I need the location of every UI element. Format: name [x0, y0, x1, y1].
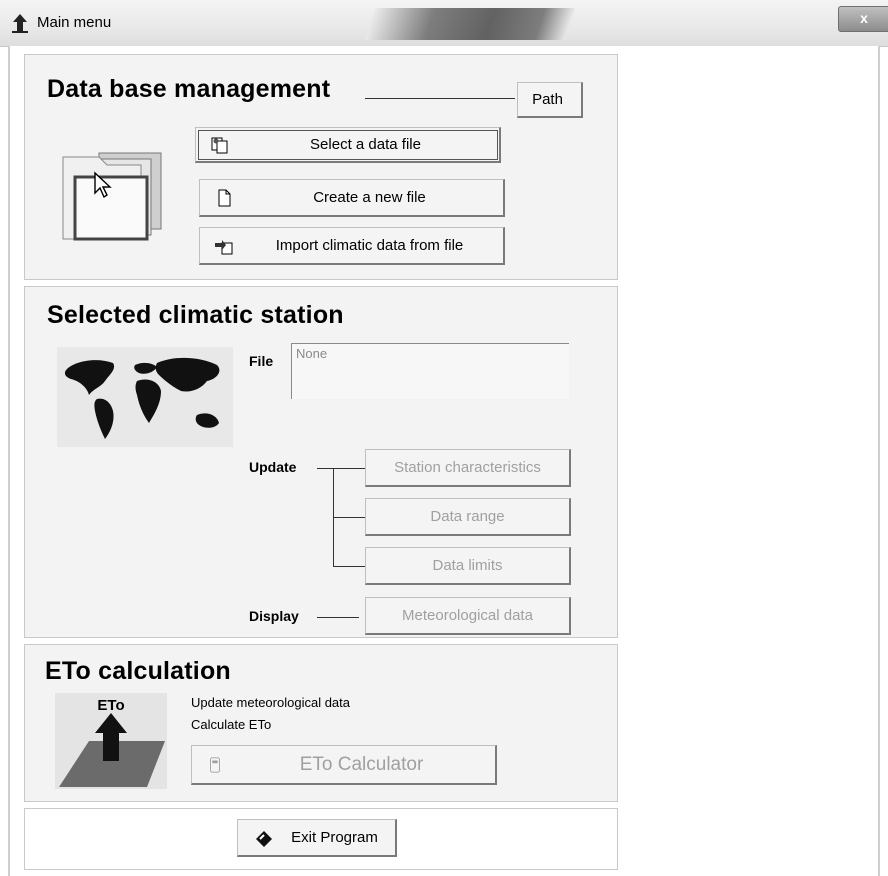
exit-icon: [256, 830, 272, 847]
path-button[interactable]: Path: [517, 82, 583, 118]
update-branch-limits: [333, 566, 365, 567]
file-field[interactable]: None: [291, 343, 569, 399]
data-limits-button[interactable]: Data limits: [365, 547, 571, 585]
close-icon: x: [860, 10, 868, 26]
create-new-file-label: Create a new file: [313, 189, 426, 206]
import-icon: [215, 239, 233, 254]
data-range-label: Data range: [430, 508, 505, 525]
window-frame: Data base management Path Select a data …: [8, 46, 880, 876]
app-icon: [12, 14, 28, 33]
file-label: File: [249, 353, 274, 369]
import-climatic-data-label: Import climatic data from file: [275, 237, 464, 254]
create-new-file-button[interactable]: Create a new file: [199, 179, 505, 217]
meteorological-data-button[interactable]: Meteorological data: [365, 597, 571, 635]
station-characteristics-button[interactable]: Station characteristics: [365, 449, 571, 487]
eto-image-label: ETo: [97, 697, 125, 714]
title-bar-glare: [364, 8, 576, 40]
select-file-icon: [211, 137, 228, 153]
data-range-button[interactable]: Data range: [365, 498, 571, 536]
database-heading: Data base management: [47, 75, 331, 103]
exit-panel: Exit Program: [24, 808, 618, 870]
update-branch-range: [333, 517, 365, 518]
station-characteristics-label: Station characteristics: [394, 459, 541, 476]
display-label: Display: [249, 608, 299, 624]
folder-icon: [62, 152, 162, 241]
close-button[interactable]: x: [838, 6, 888, 32]
meteorological-data-label: Meteorological data: [402, 607, 533, 624]
eto-note-calculate: Calculate ETo: [191, 717, 272, 732]
heading-divider: [365, 98, 515, 99]
eto-calculator-label: ETo Calculator: [299, 753, 424, 775]
select-data-file-button[interactable]: Select a data file: [195, 127, 501, 163]
select-data-file-label: Select a data file: [310, 136, 421, 153]
station-panel: Selected climatic station File None Upda…: [24, 286, 618, 638]
title-bar: Main menu x: [0, 0, 888, 47]
import-climatic-data-button[interactable]: Import climatic data from file: [199, 227, 505, 265]
update-label: Update: [249, 459, 297, 475]
file-value: None: [296, 346, 328, 361]
station-heading: Selected climatic station: [47, 301, 344, 329]
eto-panel: ETo calculation ETo Update meteorologica…: [24, 644, 618, 802]
database-panel: Data base management Path Select a data …: [24, 54, 618, 280]
path-label: Path: [532, 91, 563, 108]
exit-program-button[interactable]: Exit Program: [237, 819, 397, 857]
world-map-icon: [57, 347, 233, 447]
exit-program-label: Exit Program: [291, 829, 378, 846]
window-title: Main menu: [37, 14, 112, 31]
display-connector: [317, 617, 359, 618]
update-connector: [317, 468, 365, 469]
data-limits-label: Data limits: [432, 557, 503, 574]
calculator-icon: [210, 756, 220, 773]
new-file-icon: [218, 189, 231, 206]
eto-calculator-button[interactable]: ETo Calculator: [191, 745, 497, 785]
eto-image: ETo: [55, 693, 167, 789]
eto-note-update: Update meteorological data: [191, 695, 350, 710]
eto-heading: ETo calculation: [45, 657, 231, 685]
